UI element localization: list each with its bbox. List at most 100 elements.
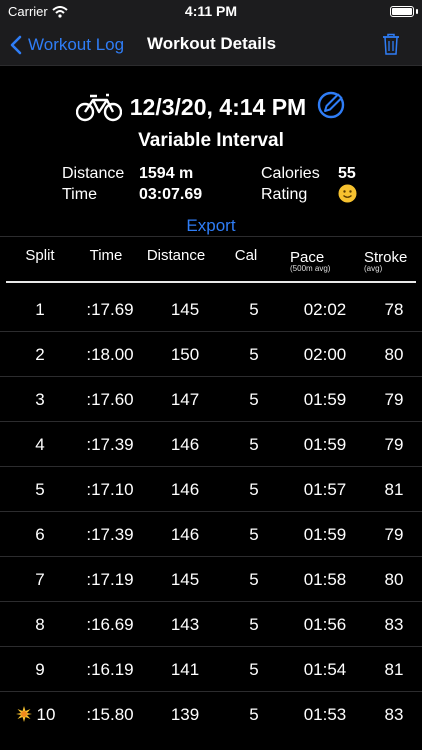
time-label: Time xyxy=(62,186,97,203)
edit-icon xyxy=(318,91,345,118)
split-time: :17.39 xyxy=(86,525,134,544)
header-cal: Cal xyxy=(234,247,258,264)
edit-button[interactable] xyxy=(316,90,346,125)
split-calories: 5 xyxy=(249,660,259,679)
table-row[interactable]: 6 :17.39 146 5 01:59 79 xyxy=(0,512,422,557)
split-calories: 5 xyxy=(249,345,259,364)
table-row[interactable]: 7 :17.19 145 5 01:58 80 xyxy=(0,557,422,602)
split-number: 4 xyxy=(35,435,45,454)
time-value: 03:07.69 xyxy=(139,186,203,203)
split-stroke: 80 xyxy=(384,345,404,364)
distance-value: 1594 m xyxy=(139,165,194,182)
split-number: 9 xyxy=(35,660,45,679)
split-time: :17.19 xyxy=(86,570,134,589)
split-pace: 02:02 xyxy=(303,300,347,319)
table-header: Split Time Distance Cal Pace (500m avg) … xyxy=(0,236,422,282)
header-split: Split xyxy=(25,247,55,264)
split-stroke: 80 xyxy=(384,570,404,589)
split-calories: 5 xyxy=(249,570,259,589)
header-divider xyxy=(6,281,416,283)
table-row[interactable]: 3 :17.60 147 5 01:59 79 xyxy=(0,377,422,422)
workout-name: Variable Interval xyxy=(138,130,284,151)
header-time: Time xyxy=(89,247,123,264)
split-number: 2 xyxy=(35,345,45,364)
split-distance: 141 xyxy=(170,660,200,679)
split-time: :17.69 xyxy=(86,300,134,319)
navigation-bar: Workout Log Workout Details xyxy=(0,24,422,66)
split-calories: 5 xyxy=(249,435,259,454)
split-calories: 5 xyxy=(249,390,259,409)
table-row[interactable]: 5 :17.10 146 5 01:57 81 xyxy=(0,467,422,512)
split-time: :17.39 xyxy=(86,435,134,454)
split-calories: 5 xyxy=(249,300,259,319)
table-row[interactable]: 2 :18.00 150 5 02:00 80 xyxy=(0,332,422,377)
split-pace: 01:53 xyxy=(303,705,347,724)
split-distance: 145 xyxy=(170,570,200,589)
split-calories: 5 xyxy=(249,615,259,634)
header-distance: Distance xyxy=(146,247,206,264)
workout-date: 12/3/20, 4:14 PM xyxy=(129,93,307,120)
split-distance: 150 xyxy=(170,345,200,364)
table-row[interactable]: 8 :16.69 143 5 01:56 83 xyxy=(0,602,422,647)
split-calories: 5 xyxy=(249,525,259,544)
split-number: 8 xyxy=(35,615,45,634)
split-pace: 01:59 xyxy=(303,390,347,409)
header-pace-sub: (500m avg) xyxy=(290,264,331,273)
split-pace: 01:56 xyxy=(303,615,347,634)
calories-label: Calories xyxy=(261,165,320,182)
split-calories: 5 xyxy=(249,480,259,499)
split-number: 3 xyxy=(35,390,45,409)
split-pace: 01:59 xyxy=(303,435,347,454)
split-number: 6 xyxy=(35,525,45,544)
table-row[interactable]: 1 :17.69 145 5 02:02 78 xyxy=(0,287,422,332)
calories-value: 55 xyxy=(338,165,356,182)
split-stroke: 81 xyxy=(384,660,404,679)
split-distance: 139 xyxy=(170,705,200,724)
chevron-left-icon xyxy=(10,35,22,55)
header-stroke-sub: (avg) xyxy=(364,264,383,273)
back-button-label: Workout Log xyxy=(28,35,125,54)
back-button[interactable]: Workout Log xyxy=(10,32,124,58)
split-stroke: 83 xyxy=(384,615,404,634)
trash-icon xyxy=(383,33,399,55)
split-time: :15.80 xyxy=(86,705,134,724)
split-number: 7 xyxy=(35,570,45,589)
split-distance: 146 xyxy=(170,525,200,544)
split-distance: 146 xyxy=(170,480,200,499)
split-pace: 01:59 xyxy=(303,525,347,544)
table-row[interactable]: 4 :17.39 146 5 01:59 79 xyxy=(0,422,422,467)
split-stroke: 79 xyxy=(384,435,404,454)
distance-label: Distance xyxy=(62,165,125,182)
delete-button[interactable] xyxy=(382,33,400,60)
split-time: :18.00 xyxy=(86,345,134,364)
rating-label: Rating xyxy=(261,186,308,203)
battery-icon xyxy=(390,6,414,17)
table-row[interactable]: 10 :15.80 139 5 01:53 83 xyxy=(0,692,422,737)
status-bar: Carrier 4:11 PM xyxy=(0,0,422,24)
split-pace: 02:00 xyxy=(303,345,347,364)
battery-cap xyxy=(416,9,418,14)
table-row[interactable]: 9 :16.19 141 5 01:54 81 xyxy=(0,647,422,692)
splits-table: 1 :17.69 145 5 02:02 78 2 :18.00 150 5 0… xyxy=(0,287,422,737)
split-stroke: 78 xyxy=(384,300,404,319)
split-distance: 146 xyxy=(170,435,200,454)
export-button[interactable]: Export xyxy=(0,216,422,236)
split-number: 10 xyxy=(36,705,56,724)
split-pace: 01:58 xyxy=(303,570,347,589)
split-stroke: 79 xyxy=(384,525,404,544)
split-calories: 5 xyxy=(249,705,259,724)
nav-title: Workout Details xyxy=(147,34,277,53)
smiley-emoji-icon[interactable] xyxy=(338,184,357,203)
split-distance: 147 xyxy=(170,390,200,409)
split-stroke: 81 xyxy=(384,480,404,499)
split-time: :16.69 xyxy=(86,615,134,634)
split-time: :16.19 xyxy=(86,660,134,679)
bike-icon xyxy=(75,93,122,122)
split-time: :17.10 xyxy=(86,480,134,499)
split-distance: 145 xyxy=(170,300,200,319)
status-time: 4:11 PM xyxy=(184,3,238,19)
split-number: 1 xyxy=(35,300,45,319)
workout-header: 12/3/20, 4:14 PM xyxy=(0,90,422,124)
split-stroke: 79 xyxy=(384,390,404,409)
split-stroke: 83 xyxy=(384,705,404,724)
